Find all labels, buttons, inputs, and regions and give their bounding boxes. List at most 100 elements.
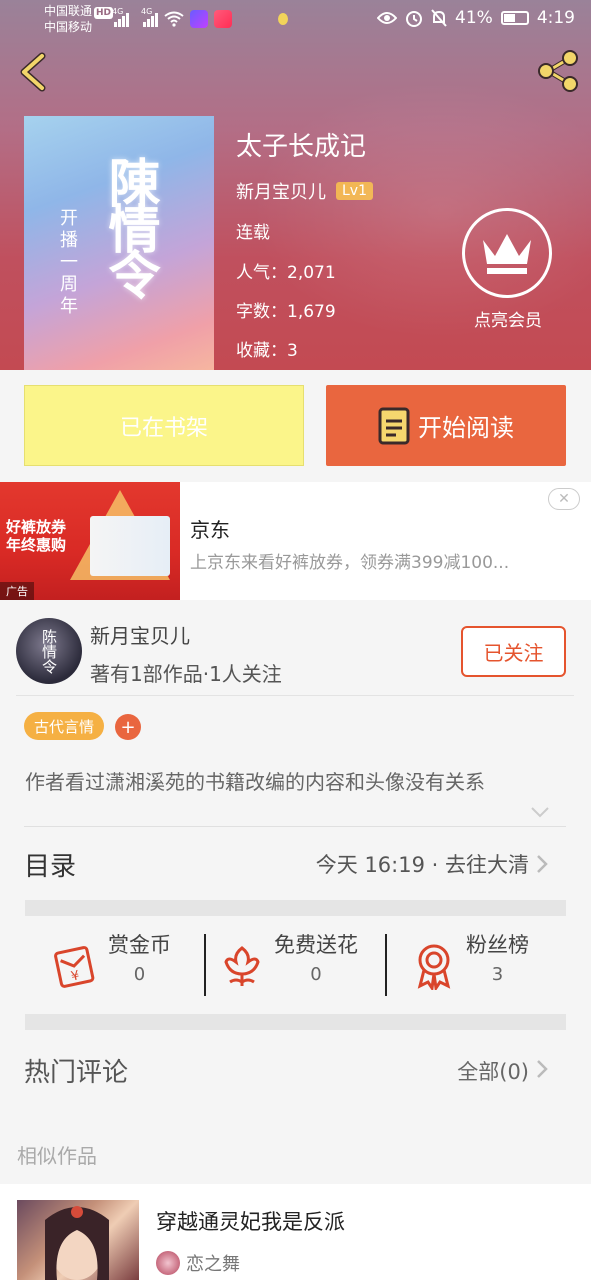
action-bar: 已在书架 开始阅读 [0, 370, 591, 482]
video-app-icon [190, 10, 208, 28]
book-icon [378, 407, 410, 444]
signal-icon: 4G [112, 7, 129, 27]
status-bar: 中国联通 HD 中国移动 4G 4G 41% 4:19 [0, 0, 591, 40]
fan-ranking-stat[interactable]: 粉丝榜 3 [414, 930, 529, 1006]
start-reading-button[interactable]: 开始阅读 [326, 385, 566, 466]
network-icons: 4G 4G [112, 7, 288, 28]
stats-row: ¥ 赏金币 0 免费送花 0 粉丝榜 3 [0, 920, 591, 1012]
ad-products-image [90, 516, 170, 576]
book-author-name: 新月宝贝儿 [236, 182, 326, 203]
all-comments-link[interactable]: 全部(0) [457, 1056, 529, 1086]
close-icon: ✕ [558, 491, 570, 507]
genre-tag-label: 古代言情 [34, 717, 95, 736]
on-shelf-button[interactable]: 已在书架 [24, 385, 304, 466]
stat-divider [385, 934, 387, 996]
author-avatar-small [156, 1251, 180, 1275]
ad-close-button[interactable]: ✕ [548, 488, 580, 510]
section-separator [25, 900, 566, 916]
reward-coins-label: 赏金币 [108, 933, 171, 957]
ad-image[interactable]: 好裤放券 年终惠购 广告 [0, 482, 180, 600]
flower-icon [224, 946, 260, 986]
book-description: 作者看过潇湘溪苑的书籍改编的内容和头像没有关系 [25, 770, 485, 794]
plus-icon: + [120, 716, 136, 738]
ad-title: 京东 [190, 518, 230, 542]
book-title: 太子长成记 [236, 132, 367, 162]
carrier-info: 中国联通 HD 中国移动 [44, 3, 114, 35]
author-meta: 著有1部作品·1人关注 [90, 662, 282, 686]
genre-tag[interactable]: 古代言情 [24, 712, 105, 740]
book-status: 连载 [236, 223, 270, 243]
crown-badge [462, 208, 552, 298]
level-badge: Lv1 [336, 182, 373, 200]
book-word-count: 字数：1,679 [236, 302, 336, 322]
book-author-link[interactable]: 新月宝贝儿 Lv1 [236, 178, 373, 204]
latest-chapter: 今天 16:19 · 去往大清 [315, 853, 529, 877]
carrier-1: 中国联通 [44, 4, 93, 18]
author-avatar[interactable]: 陈情令 [16, 618, 82, 684]
author-name[interactable]: 新月宝贝儿 [90, 620, 190, 649]
mute-bell-icon [431, 9, 447, 27]
free-flower-value: 0 [310, 964, 322, 985]
status-right: 41% 4:19 [377, 8, 575, 28]
on-shelf-label: 已在书架 [119, 415, 208, 441]
hd-badge: HD [94, 7, 114, 19]
start-reading-label: 开始阅读 [418, 414, 514, 442]
similar-work-author: 恋之舞 [156, 1250, 240, 1276]
notification-dot-icon [278, 13, 288, 25]
book-cover[interactable]: 开播一周年 陳情令 [24, 116, 214, 370]
vip-button[interactable]: 点亮会员 [462, 208, 554, 338]
ad-description: 上京东来看好裤放券，领券满399减100... [190, 553, 510, 573]
medal-icon [417, 944, 451, 990]
divider [24, 826, 566, 827]
reward-coins-stat[interactable]: ¥ 赏金币 0 [52, 930, 171, 1006]
free-flower-stat[interactable]: 免费送花 0 [222, 930, 358, 1006]
divider [16, 695, 574, 696]
reward-coins-value: 0 [133, 964, 146, 985]
chevron-right-icon [537, 855, 548, 873]
expand-description-button[interactable] [530, 804, 550, 818]
carrier-2: 中国移动 [44, 20, 93, 34]
music-app-icon [214, 10, 232, 28]
catalog-row[interactable]: 目录 今天 16:19 · 去往大清 [0, 828, 591, 900]
add-tag-button[interactable]: + [115, 714, 141, 740]
eye-icon [377, 12, 398, 24]
chevron-right-icon [537, 1060, 548, 1078]
similar-work-author-name: 恋之舞 [186, 1254, 240, 1275]
book-header: 中国联通 HD 中国移动 4G 4G 41% 4:19 开播一周年 陳情令 太子… [0, 0, 591, 370]
fan-ranking-label: 粉丝榜 [466, 933, 529, 957]
cover-title: 陳情令 [99, 156, 160, 294]
alarm-icon [406, 11, 423, 27]
follow-button[interactable]: 已关注 [461, 626, 566, 677]
fan-ranking-value: 3 [491, 964, 504, 985]
section-separator [25, 1014, 566, 1030]
follow-label: 已关注 [483, 641, 544, 665]
hot-comments-row[interactable]: 热门评论 全部(0) [0, 1036, 591, 1106]
vip-label: 点亮会员 [474, 311, 542, 331]
crown-icon [483, 234, 531, 274]
clock-time: 4:19 [536, 8, 575, 28]
cover-art [45, 1206, 109, 1280]
ad-banner[interactable]: 好裤放券 年终惠购 广告 京东 上京东来看好裤放券，领券满399减100... … [0, 482, 591, 600]
svg-text:¥: ¥ [70, 968, 81, 984]
avatar-text: 陈情令 [40, 628, 58, 674]
catalog-label: 目录 [24, 852, 77, 882]
hot-comments-label: 热门评论 [24, 1058, 129, 1088]
share-button[interactable] [534, 46, 584, 96]
wifi-icon [164, 11, 184, 27]
free-flower-label: 免费送花 [274, 933, 358, 957]
ad-badge: 广告 [0, 582, 34, 600]
signal-icon-2: 4G [141, 7, 158, 27]
similar-work-title: 穿越通灵妃我是反派 [156, 1210, 345, 1234]
battery-icon [500, 11, 529, 25]
ad-image-promo: 好裤放券 年终惠购 [6, 518, 67, 554]
similar-work-cover [17, 1200, 139, 1280]
similar-work-item[interactable]: 穿越通灵妃我是反派 恋之舞 [0, 1184, 591, 1280]
red-envelope-icon: ¥ [54, 946, 95, 988]
share-icon [538, 50, 578, 92]
chevron-down-icon [531, 807, 549, 818]
similar-works-label: 相似作品 [17, 1144, 97, 1168]
battery-percent: 41% [455, 8, 493, 28]
book-popularity: 人气：2,071 [236, 263, 336, 283]
book-favorites: 收藏：3 [236, 341, 298, 361]
back-button[interactable] [14, 50, 54, 94]
